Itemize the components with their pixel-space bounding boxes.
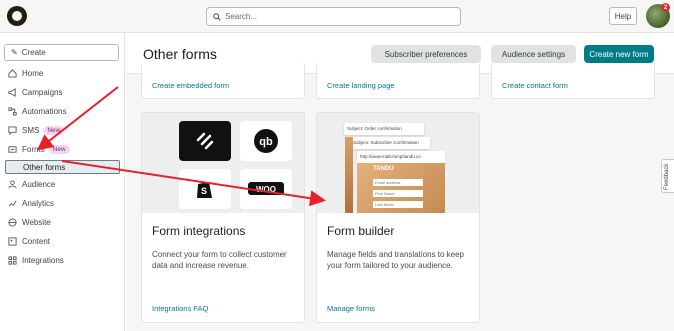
card-title: Form integrations: [152, 224, 246, 238]
card-description: Connect your form to collect customer da…: [152, 250, 287, 270]
subscriber-preferences-button[interactable]: Subscriber preferences: [371, 45, 481, 63]
card-description: Manage fields and translations to keep y…: [327, 250, 464, 270]
svg-text:S: S: [201, 186, 207, 196]
contact-form-card: Create contact form: [491, 63, 655, 99]
feedback-label: Feedback: [664, 163, 670, 190]
forms-icon: [8, 145, 17, 154]
form-builder-illustration: Subject: Order confirmation Subject: Sub…: [317, 113, 479, 213]
form-builder-card: Subject: Order confirmation Subject: Sub…: [316, 112, 480, 323]
website-icon: [8, 218, 17, 227]
create-contact-form-link[interactable]: Create contact form: [502, 81, 568, 90]
search-icon: [213, 12, 221, 21]
sidebar-item-label: Website: [22, 218, 51, 227]
svg-text:WOO: WOO: [256, 185, 276, 194]
sidebar-item-label: Integrations: [22, 256, 64, 265]
feedback-tab[interactable]: Feedback: [661, 159, 674, 193]
url-bar-preview: http://www.mailchimp/tandu.co: [357, 151, 445, 163]
sidebar-item-automations[interactable]: Automations: [0, 103, 125, 120]
preview-field: First Name: [373, 190, 423, 197]
sidebar-item-integrations[interactable]: Integrations: [0, 252, 125, 269]
help-button[interactable]: Help: [609, 7, 637, 25]
brand-label: TANDU: [373, 166, 394, 172]
sidebar-item-label: SMS: [22, 126, 40, 135]
notification-badge: 2: [661, 3, 670, 12]
sms-icon: [8, 126, 17, 135]
sidebar-item-label: Campaigns: [22, 88, 63, 97]
mailchimp-logo-icon[interactable]: [7, 6, 27, 26]
integrations-icon: [8, 256, 17, 265]
sidebar-item-campaigns[interactable]: Campaigns: [0, 84, 125, 101]
sidebar-item-analytics[interactable]: Analytics: [0, 195, 125, 212]
sidebar-item-label: Content: [22, 237, 51, 246]
sidebar-item-sms[interactable]: SMS New: [0, 122, 125, 139]
create-landing-page-link[interactable]: Create landing page: [327, 81, 395, 90]
create-label: Create: [21, 48, 46, 57]
card-title: Form builder: [327, 224, 395, 238]
email-subject-preview: Subject: Subscriber Confirmation: [350, 137, 430, 149]
new-tag: New: [43, 126, 65, 135]
sidebar-subitem-label: Other forms: [23, 162, 66, 172]
home-icon: [8, 69, 17, 78]
create-embedded-form-link[interactable]: Create embedded form: [152, 81, 229, 90]
landing-page-card: Create landing page: [316, 63, 480, 99]
sidebar-subitem-other-forms[interactable]: Other forms: [5, 160, 120, 174]
audience-settings-button[interactable]: Audience settings: [491, 45, 576, 63]
new-tag: New: [48, 145, 70, 154]
form-preview-panel: TANDU Email address First Name Last Name: [357, 163, 445, 213]
sidebar: ✎ Create Home Campaigns Automations SMS …: [0, 33, 125, 331]
top-bar: Search... Help 2: [0, 0, 674, 33]
content-icon: [8, 237, 17, 246]
create-button[interactable]: ✎ Create: [4, 44, 119, 61]
audience-icon: [8, 180, 17, 189]
sidebar-item-label: Analytics: [22, 199, 55, 208]
embedded-form-card: Create embedded form: [141, 63, 305, 99]
sidebar-item-label: Forms: [22, 145, 45, 154]
page-title: Other forms: [143, 46, 217, 62]
search-input[interactable]: Search...: [206, 7, 461, 26]
sidebar-item-forms[interactable]: Forms New: [0, 141, 125, 158]
megaphone-icon: [8, 88, 17, 97]
preview-field: Last Name: [373, 201, 423, 208]
automation-icon: [8, 107, 17, 116]
search-placeholder: Search...: [225, 12, 258, 21]
sidebar-item-label: Audience: [22, 180, 56, 189]
preview-field: Email address: [373, 179, 423, 186]
sidebar-item-label: Automations: [22, 107, 67, 116]
squarespace-logo-icon: [179, 121, 231, 161]
pencil-icon: ✎: [11, 48, 18, 57]
shopify-logo-icon: S: [179, 169, 231, 209]
form-integrations-card: qb S WOO Form integrations Connect your …: [141, 112, 305, 323]
sidebar-item-content[interactable]: Content: [0, 233, 125, 250]
integrations-illustration: qb S WOO: [142, 113, 304, 213]
decor-bar: [345, 137, 353, 213]
woocommerce-logo-icon: WOO: [240, 169, 292, 209]
analytics-icon: [8, 199, 17, 208]
sidebar-item-audience[interactable]: Audience: [0, 176, 125, 193]
svg-text:qb: qb: [259, 136, 273, 148]
sidebar-item-label: Home: [22, 69, 44, 78]
create-new-form-button[interactable]: Create new form: [584, 45, 654, 63]
quickbooks-logo-icon: qb: [240, 121, 292, 161]
email-subject-preview: Subject: Order confirmation: [344, 123, 424, 135]
manage-forms-link[interactable]: Manage forms: [327, 304, 375, 313]
sidebar-item-website[interactable]: Website: [0, 214, 125, 231]
main-content: Other forms Subscriber preferences Audie…: [126, 33, 674, 331]
integrations-faq-link[interactable]: Integrations FAQ: [152, 304, 208, 313]
sidebar-item-home[interactable]: Home: [0, 65, 125, 82]
